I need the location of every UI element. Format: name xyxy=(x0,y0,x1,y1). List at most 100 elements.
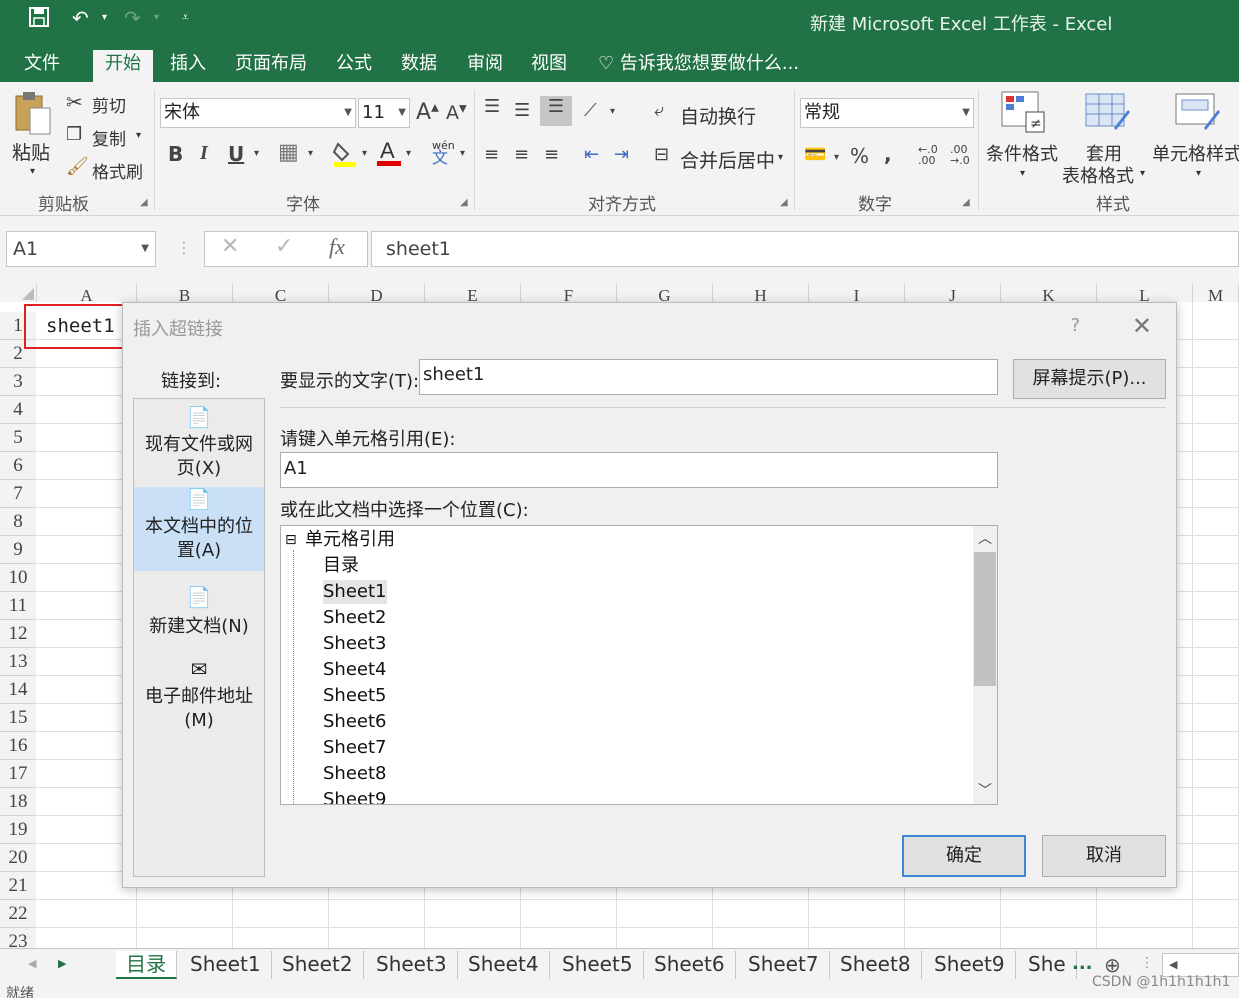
format-painter-button[interactable]: 格式刷 xyxy=(92,158,143,183)
sheet-tab[interactable]: Sheet6 xyxy=(644,951,736,979)
percent-icon[interactable]: % xyxy=(850,144,869,168)
paste-button[interactable]: 粘贴 xyxy=(12,138,50,165)
align-top-icon[interactable]: ☰ xyxy=(484,96,500,117)
conditional-format-button[interactable]: 条件格式 xyxy=(986,140,1058,166)
row-header-22[interactable]: 22 xyxy=(0,900,36,928)
document-place-tree[interactable]: ⊟ 单元格引用 目录 Sheet1 Sheet2 Sheet3 Sheet4 Sheet5… xyxy=(280,525,998,805)
column-header-f[interactable]: F xyxy=(521,284,617,302)
paste-icon[interactable] xyxy=(12,90,54,138)
sheet-tab[interactable]: Sheet7 xyxy=(738,951,830,979)
clipboard-launcher-icon[interactable]: ◢ xyxy=(140,197,148,208)
column-header-l[interactable]: L xyxy=(1097,284,1193,302)
sheet-tab[interactable]: Sheet3 xyxy=(366,951,458,979)
column-header-b[interactable]: B xyxy=(137,284,233,302)
tree-item[interactable]: Sheet2 xyxy=(323,606,387,630)
font-launcher-icon[interactable]: ◢ xyxy=(460,197,468,208)
bold-icon[interactable]: B xyxy=(168,142,183,166)
tree-item[interactable]: Sheet9 xyxy=(323,788,387,804)
phonetic-dropdown-icon[interactable]: ▾ xyxy=(460,148,465,159)
link-new-document[interactable]: 📄 新建文档(N) xyxy=(134,585,264,645)
alignment-launcher-icon[interactable]: ◢ xyxy=(780,197,788,208)
column-header-a[interactable]: A xyxy=(37,284,137,302)
name-box[interactable]: A1 ▼ xyxy=(6,231,156,267)
decrease-font-icon[interactable]: A▼ xyxy=(446,102,467,124)
tree-item[interactable]: Sheet5 xyxy=(323,684,387,708)
insert-function-icon[interactable]: fx xyxy=(329,234,345,260)
link-email-address[interactable]: ✉ 电子邮件地址 (M) xyxy=(134,657,264,741)
merge-dropdown-icon[interactable]: ▾ xyxy=(778,152,783,163)
row-header-16[interactable]: 16 xyxy=(0,732,36,760)
screentip-button[interactable]: 屏幕提示(P)... xyxy=(1013,359,1166,399)
cancel-entry-icon[interactable]: ✕ xyxy=(221,234,239,259)
column-header-g[interactable]: G xyxy=(617,284,713,302)
increase-font-icon[interactable]: A▲ xyxy=(416,100,439,125)
font-name-select[interactable]: 宋体 ▼ xyxy=(160,98,356,128)
row-header-18[interactable]: 18 xyxy=(0,788,36,816)
sheet-tab[interactable]: 目录 xyxy=(116,951,177,979)
row-header-19[interactable]: 19 xyxy=(0,816,36,844)
display-text-input[interactable]: sheet1 xyxy=(419,359,998,395)
tab-view[interactable]: 视图 xyxy=(519,50,579,82)
column-header-k[interactable]: K xyxy=(1001,284,1097,302)
copy-button[interactable]: 复制 xyxy=(92,125,126,150)
row-header-14[interactable]: 14 xyxy=(0,676,36,704)
phonetic-icon[interactable]: wén 文 xyxy=(432,140,455,166)
align-bottom-icon[interactable]: ☰ xyxy=(540,96,572,126)
fill-color-icon[interactable] xyxy=(332,140,358,168)
redo-icon[interactable]: ↷ xyxy=(124,6,141,30)
tab-page-layout[interactable]: 页面布局 xyxy=(223,50,319,82)
fill-dropdown-icon[interactable]: ▾ xyxy=(362,148,367,159)
scroll-down-icon[interactable]: ﹀ xyxy=(978,780,992,800)
scroll-tabs-left-icon[interactable]: ◀ xyxy=(28,957,36,970)
link-existing-file[interactable]: 📄 现有文件或网 页(X) xyxy=(134,405,264,489)
orientation-dropdown-icon[interactable]: ▾ xyxy=(610,106,615,117)
row-header-10[interactable]: 10 xyxy=(0,564,36,592)
tab-insert[interactable]: 插入 xyxy=(158,50,218,82)
ok-button[interactable]: 确定 xyxy=(902,835,1026,877)
number-format-select[interactable]: 常规 ▼ xyxy=(800,98,974,128)
align-middle-icon[interactable]: ☰ xyxy=(514,100,530,121)
scroll-left-icon[interactable]: ◀ xyxy=(1169,958,1177,971)
more-sheets-icon[interactable]: ... xyxy=(1072,953,1093,974)
row-header-21[interactable]: 21 xyxy=(0,872,36,900)
column-header-d[interactable]: D xyxy=(329,284,425,302)
tree-item[interactable]: Sheet8 xyxy=(323,762,387,786)
sheet-tab[interactable]: Sheet2 xyxy=(272,951,364,979)
row-header-13[interactable]: 13 xyxy=(0,648,36,676)
tab-data[interactable]: 数据 xyxy=(389,50,449,82)
increase-decimal-icon[interactable]: ←.0.00 xyxy=(918,144,938,166)
row-header-3[interactable]: 3 xyxy=(0,368,36,396)
scroll-tabs-right-icon[interactable]: ▶ xyxy=(58,957,66,970)
italic-icon[interactable]: I xyxy=(200,142,208,165)
tree-root-cell-reference[interactable]: 单元格引用 xyxy=(305,528,395,552)
tree-item[interactable]: Sheet7 xyxy=(323,736,387,760)
merge-center-button[interactable]: 合并后居中 xyxy=(680,146,775,173)
row-header-8[interactable]: 8 xyxy=(0,508,36,536)
collapse-icon[interactable]: ⊟ xyxy=(285,528,297,552)
row-header-11[interactable]: 11 xyxy=(0,592,36,620)
orientation-icon[interactable]: ⟋ xyxy=(584,100,597,121)
row-header-5[interactable]: 5 xyxy=(0,424,36,452)
comma-style-icon[interactable]: , xyxy=(884,142,892,166)
row-header-15[interactable]: 15 xyxy=(0,704,36,732)
sheet-tab[interactable]: Sheet8 xyxy=(830,951,922,979)
cell-styles-dropdown-icon[interactable]: ▾ xyxy=(1196,168,1201,179)
conditional-dropdown-icon[interactable]: ▾ xyxy=(1020,168,1025,179)
link-place-in-document[interactable]: 📄 本文档中的位 置(A) xyxy=(134,487,264,571)
column-header-i[interactable]: I xyxy=(809,284,905,302)
increase-indent-icon[interactable]: ⇥ xyxy=(614,144,629,165)
wrap-text-button[interactable]: 自动换行 xyxy=(680,102,756,129)
undo-dropdown-icon[interactable]: ▾ xyxy=(102,12,107,23)
number-launcher-icon[interactable]: ◢ xyxy=(962,197,970,208)
column-header-h[interactable]: H xyxy=(713,284,809,302)
accounting-format-icon[interactable]: 💳 xyxy=(804,144,826,165)
row-header-20[interactable]: 20 xyxy=(0,844,36,872)
format-table-label-2[interactable]: 表格格式 xyxy=(1062,162,1134,188)
row-header-12[interactable]: 12 xyxy=(0,620,36,648)
confirm-entry-icon[interactable]: ✓ xyxy=(275,234,293,259)
underline-icon[interactable]: U xyxy=(228,142,244,166)
decrease-decimal-icon[interactable]: .00 →.0 xyxy=(950,144,970,166)
tree-item[interactable]: 目录 xyxy=(323,554,359,578)
scrollbar-thumb[interactable] xyxy=(974,552,996,686)
scroll-up-icon[interactable]: ︿ xyxy=(978,528,992,548)
